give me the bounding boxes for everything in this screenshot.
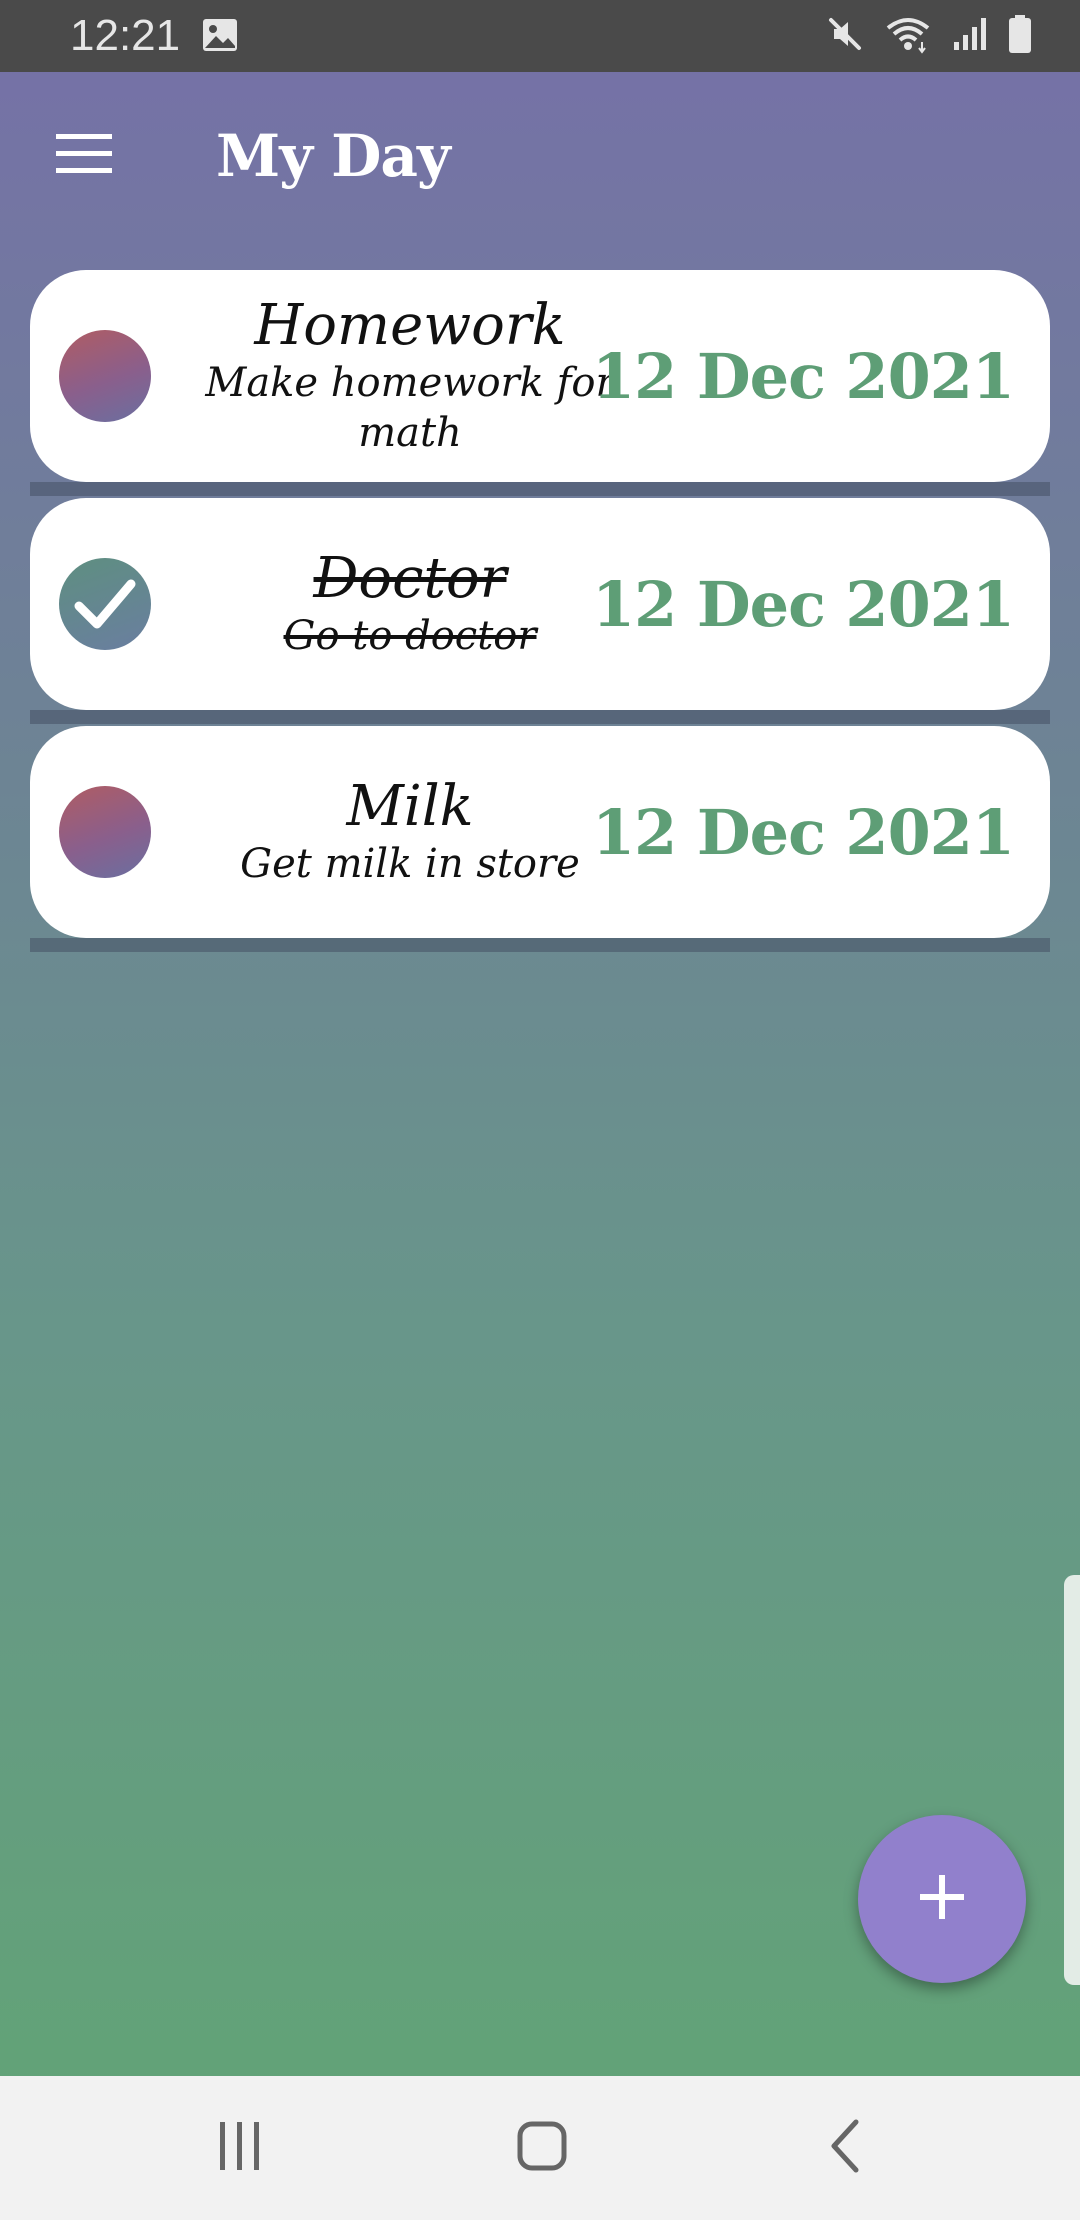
task-title: Doctor <box>313 546 507 611</box>
task-text: Doctor Go to doctor <box>170 498 650 710</box>
back-button[interactable] <box>804 2112 884 2184</box>
add-task-button[interactable] <box>858 1815 1026 1983</box>
task-description: Go to doctor <box>283 613 537 659</box>
task-list: Homework Make homework for math 12 Dec 2… <box>30 270 1050 954</box>
task-checkbox[interactable] <box>59 558 151 650</box>
status-bar: 12:21 <box>0 0 1080 72</box>
page-title: My Day <box>216 122 451 190</box>
task-checkbox[interactable] <box>59 786 151 878</box>
task-divider <box>30 938 1050 952</box>
task-date: 12 Dec 2021 <box>592 567 1015 641</box>
hamburger-menu-icon <box>54 132 114 180</box>
status-icons <box>826 14 1032 58</box>
task-description: Make homework for math <box>205 360 615 456</box>
status-time: 12:21 <box>70 11 181 60</box>
signal-icon <box>952 16 988 56</box>
recent-apps-icon <box>216 2120 264 2176</box>
task-item[interactable]: Homework Make homework for math 12 Dec 2… <box>30 270 1050 498</box>
task-card[interactable]: Doctor Go to doctor 12 Dec 2021 <box>30 498 1050 710</box>
task-item[interactable]: Doctor Go to doctor 12 Dec 2021 <box>30 498 1050 726</box>
task-card[interactable]: Milk Get milk in store 12 Dec 2021 <box>30 726 1050 938</box>
navigation-bar <box>0 2076 1080 2220</box>
app-bar: My Day <box>0 72 1080 240</box>
gallery-icon <box>202 18 238 52</box>
task-divider <box>30 482 1050 496</box>
back-icon <box>826 2118 862 2178</box>
task-date: 12 Dec 2021 <box>592 795 1015 869</box>
battery-icon <box>1008 14 1032 58</box>
task-text: Homework Make homework for math <box>170 270 650 482</box>
task-card[interactable]: Homework Make homework for math 12 Dec 2… <box>30 270 1050 482</box>
checkmark-icon <box>74 579 136 629</box>
task-item[interactable]: Milk Get milk in store 12 Dec 2021 <box>30 726 1050 954</box>
task-title: Milk <box>346 774 474 839</box>
task-checkbox[interactable] <box>59 330 151 422</box>
recent-apps-button[interactable] <box>200 2112 280 2184</box>
mute-icon <box>826 15 864 57</box>
task-divider <box>30 710 1050 724</box>
task-description: Get milk in store <box>240 841 580 887</box>
menu-button[interactable] <box>46 120 122 192</box>
home-icon <box>516 2120 568 2176</box>
task-date: 12 Dec 2021 <box>592 339 1015 413</box>
task-text: Milk Get milk in store <box>170 726 650 938</box>
wifi-icon <box>884 14 932 58</box>
task-title: Homework <box>254 293 566 358</box>
home-button[interactable] <box>502 2112 582 2184</box>
scroll-handle[interactable] <box>1064 1575 1080 1985</box>
screen: 12:21 My Day Homework Make homework for … <box>0 0 1080 2220</box>
plus-icon <box>918 1873 966 1925</box>
